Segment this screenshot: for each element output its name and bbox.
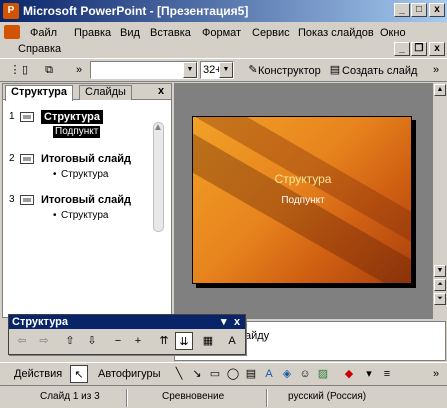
status-bar: Слайд 1 из 3 Сревновение русский (Россия… (0, 385, 447, 408)
doc-close-button[interactable]: x (429, 42, 445, 56)
expand-all-icon[interactable]: ⇊ (175, 332, 193, 350)
menu-bar: Файл Правка Вид Вставка Формат Сервис По… (0, 22, 447, 58)
menu-window[interactable]: Окно (380, 26, 406, 40)
font-name-combo[interactable]: ▼ (90, 61, 198, 79)
arrow-icon[interactable]: ↘ (188, 365, 206, 383)
bullet-dot-icon: • (53, 210, 57, 221)
outline-title[interactable]: Структура (41, 110, 103, 124)
outline-bullet[interactable]: Структура (61, 210, 108, 222)
chevron-down-icon[interactable]: ▼ (183, 62, 197, 78)
document-icon[interactable] (4, 25, 20, 39)
collapse-icon[interactable]: − (109, 332, 127, 350)
diagram-icon[interactable]: ◈ (278, 365, 296, 383)
outline-bullet[interactable]: Структура (61, 169, 108, 181)
outline-bullet[interactable]: Подпункт (53, 126, 101, 138)
line-color-icon[interactable]: ≡ (378, 365, 396, 383)
menu-slideshow[interactable]: Показ слайдов (298, 26, 374, 40)
fill-color-dropdown-icon[interactable]: ▾ (360, 365, 378, 383)
close-button[interactable]: x (429, 3, 445, 17)
clipart-icon[interactable]: ☺ (296, 365, 314, 383)
scroll-down-button[interactable]: ▼ (434, 265, 446, 277)
summary-slide-icon[interactable]: ▦ (199, 332, 217, 350)
toolbar-menu-icon[interactable]: ▾ (221, 315, 227, 329)
slide-subtitle[interactable]: Подпункт (193, 195, 411, 206)
line-icon[interactable]: ╲ (170, 365, 188, 383)
standard-toolbar: ⋮ ▯ ⧉ » ▼ 32+ ▼ ✎ Конструктор ▤ Создать … (0, 58, 447, 82)
maximize-button[interactable]: □ (411, 3, 427, 17)
minimize-button[interactable]: _ (394, 3, 410, 17)
slide-title[interactable]: Структура (193, 172, 411, 186)
pane-tabs: Структура Слайды x (3, 84, 171, 101)
slide-icon[interactable] (20, 154, 34, 164)
wordart-icon[interactable]: A (260, 365, 278, 383)
designer-button[interactable]: Конструктор (258, 64, 321, 78)
status-design-name: Сревновение (162, 391, 225, 402)
next-slide-button[interactable]: ⏷ (434, 293, 446, 305)
slide-icon[interactable] (20, 195, 34, 205)
arrow-up-icon[interactable]: ▲ (153, 122, 163, 133)
slide-icon[interactable] (20, 112, 34, 122)
menu-edit[interactable]: Правка (74, 26, 111, 40)
menu-tools[interactable]: Сервис (252, 26, 290, 40)
promote-icon[interactable]: ⇦ (13, 332, 31, 350)
status-language: русский (Россия) (288, 391, 367, 402)
fill-color-icon[interactable]: ◆ (340, 365, 358, 383)
status-separator (266, 389, 268, 407)
outline-scrollbar[interactable] (153, 122, 164, 232)
menu-help[interactable]: Справка (18, 42, 61, 56)
outline-toolbar-title[interactable]: Структура ▾ x (9, 315, 245, 329)
drawing-toolbar: Действия ↖ Автофигуры ╲ ↘ ▭ ◯ ▤ A ◈ ☺ ▨ … (0, 362, 447, 384)
move-up-icon[interactable]: ⇧ (61, 332, 79, 350)
move-down-icon[interactable]: ⇩ (83, 332, 101, 350)
rectangle-icon[interactable]: ▭ (206, 365, 224, 383)
actions-menu[interactable]: Действия (14, 368, 62, 380)
copy-icon[interactable]: ⧉ (40, 61, 58, 79)
menu-file[interactable]: Файл (30, 26, 57, 40)
scroll-up-button[interactable]: ▲ (434, 84, 446, 96)
textbox-icon[interactable]: ▤ (242, 365, 260, 383)
chevron-down-icon[interactable]: ▼ (219, 62, 233, 78)
demote-icon[interactable]: ⇨ (35, 332, 53, 350)
new-slide-button[interactable]: Создать слайд (342, 64, 417, 78)
slide-canvas[interactable]: Структура Подпункт (192, 116, 412, 284)
picture-icon[interactable]: ▨ (314, 365, 332, 383)
oval-icon[interactable]: ◯ (224, 365, 242, 383)
menu-format[interactable]: Формат (202, 26, 241, 40)
outline-title[interactable]: Итоговый слайд (41, 193, 131, 207)
toolbar-overflow-icon[interactable]: » (427, 365, 445, 383)
slide-vertical-scrollbar[interactable]: ▲ ▼ ⏶ ⏷ (432, 83, 446, 319)
doc-minimize-button[interactable]: _ (394, 42, 410, 56)
toolbar-overflow-icon[interactable]: » (427, 61, 445, 79)
title-bar: P Microsoft PowerPoint - [Презентация5] … (0, 0, 447, 22)
autoshapes-menu[interactable]: Автофигуры (98, 368, 161, 380)
outline-pane: Структура Слайды x 1 Структура Подпункт … (2, 83, 172, 318)
tab-slides[interactable]: Слайды (79, 85, 132, 100)
notes-text[interactable]: айду (245, 330, 269, 342)
toolbar-options-icon[interactable]: » (70, 61, 88, 79)
powerpoint-icon[interactable]: P (3, 3, 19, 19)
tab-outline[interactable]: Структура (5, 85, 73, 101)
select-pointer-icon[interactable]: ↖ (70, 365, 88, 383)
status-separator (126, 389, 128, 407)
bullet-dot-icon: • (53, 169, 57, 180)
outline-toolbar-label: Структура (12, 316, 68, 328)
doc-restore-button[interactable]: ❐ (411, 42, 427, 56)
outline-title[interactable]: Итоговый слайд (41, 152, 131, 166)
expand-icon[interactable]: + (129, 332, 147, 350)
collapse-all-icon[interactable]: ⇈ (155, 332, 173, 350)
menu-view[interactable]: Вид (120, 26, 140, 40)
window-title: Microsoft PowerPoint - [Презентация5] (23, 4, 249, 18)
font-size-combo[interactable]: 32+ ▼ (200, 61, 234, 79)
slide-number: 2 (9, 153, 15, 164)
pane-close-button[interactable]: x (153, 85, 169, 100)
menu-insert[interactable]: Вставка (150, 26, 191, 40)
slide-number: 1 (9, 111, 15, 122)
previous-slide-button[interactable]: ⏶ (434, 279, 446, 291)
outline-toolbar: Структура ▾ x ⇦ ⇨ ⇧ ⇩ − + ⇈ ⇊ ▦ A (8, 314, 246, 355)
show-formatting-icon[interactable]: A (223, 332, 241, 350)
slide-number: 3 (9, 194, 15, 205)
toolbar-close-button[interactable]: x (234, 315, 240, 329)
new-document-icon[interactable]: ▯ (16, 61, 34, 79)
status-slide-number: Слайд 1 из 3 (40, 391, 100, 402)
